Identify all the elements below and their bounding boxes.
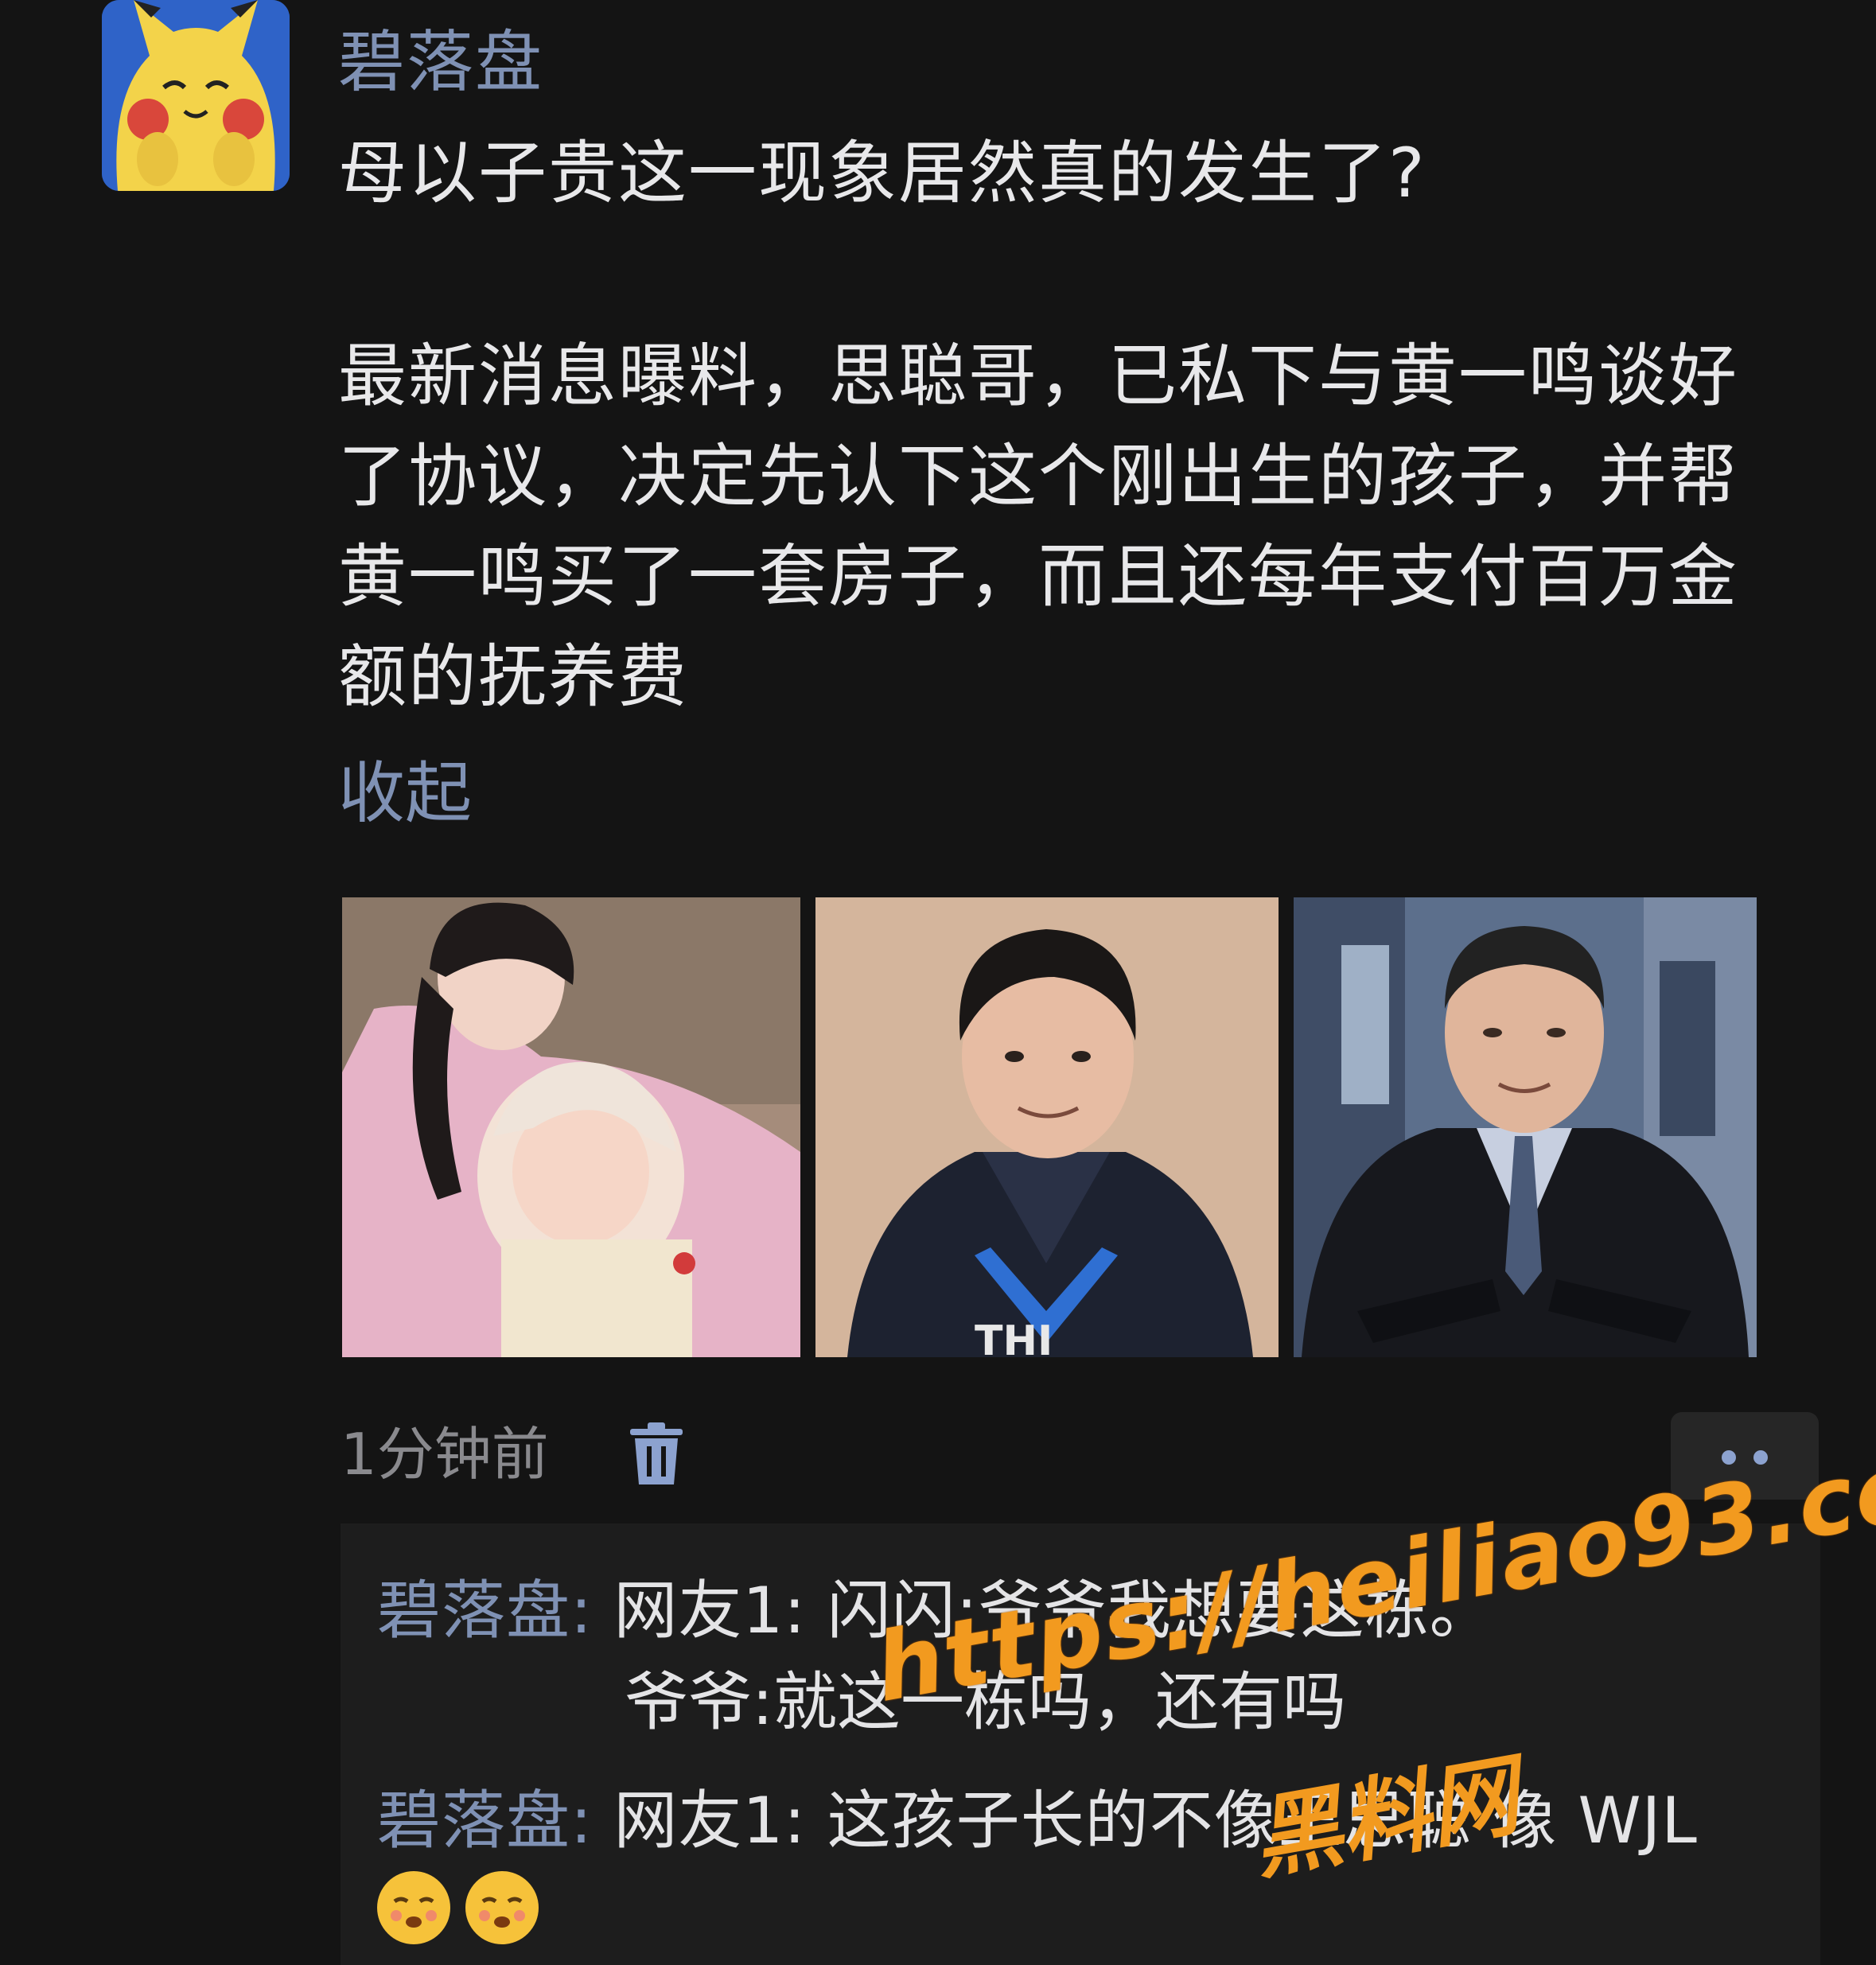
trash-icon[interactable]	[629, 1422, 684, 1486]
svg-text:THI: THI	[975, 1317, 1053, 1357]
emoji-icon	[377, 1871, 450, 1944]
post-headline: 母以子贵这一现象居然真的发生了?	[338, 134, 1426, 213]
post-author-name[interactable]: 碧落盘	[338, 22, 543, 102]
comment-emoji-row	[376, 1870, 548, 1949]
moments-post: 碧落盘 母以子贵这一现象居然真的发生了? 最新消息曝料，思聪哥，已私下与黄一鸣谈…	[0, 0, 1876, 1965]
young-man-photo: THI	[815, 897, 1279, 1357]
pikachu-avatar-icon	[102, 0, 290, 191]
comment-author[interactable]: 碧落盘:	[377, 1574, 593, 1648]
comment-author[interactable]: 碧落盘:	[377, 1784, 593, 1858]
comment-text: 网友1: 这孩子长的不像王思聪 像 WJL	[592, 1784, 1698, 1858]
collapse-link[interactable]: 收起	[338, 749, 472, 837]
post-image-2[interactable]: THI	[815, 897, 1279, 1357]
woman-with-baby-photo	[342, 897, 800, 1357]
post-timestamp: 1分钟前	[341, 1421, 549, 1488]
post-image-3[interactable]	[1294, 897, 1757, 1357]
emoji-icon	[465, 1871, 539, 1944]
post-body: 最新消息曝料，思聪哥，已私下与黄一鸣谈好了协议，决定先认下这个刚出生的孩子，并帮…	[338, 337, 1738, 717]
older-man-in-suit-photo	[1294, 897, 1757, 1357]
user-avatar[interactable]	[102, 0, 290, 191]
post-image-1[interactable]	[342, 897, 800, 1357]
